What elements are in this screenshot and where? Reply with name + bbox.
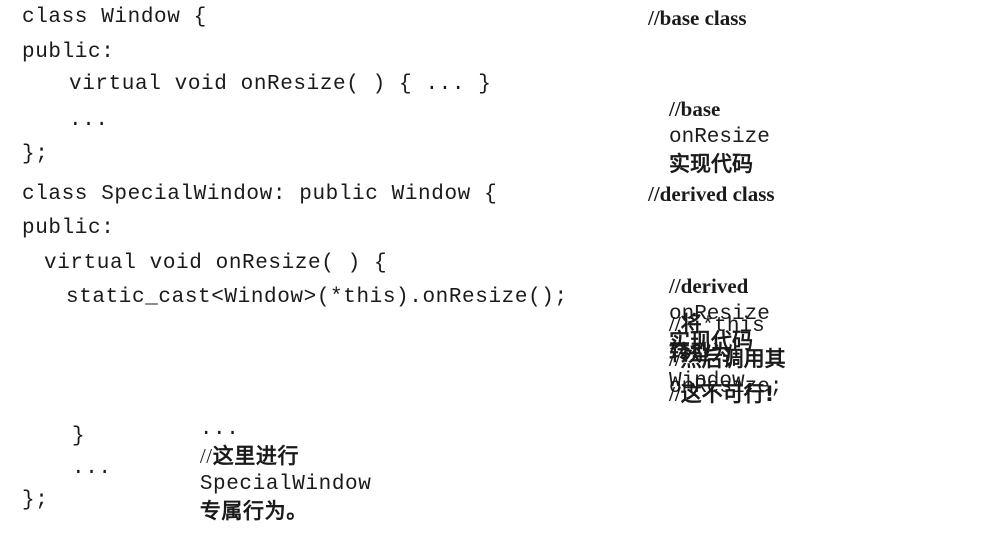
comment-2-prefix: //base <box>669 97 721 121</box>
comment-7-cjk: 这不可行! <box>680 382 775 406</box>
code-line-10: ... //这里进行 SpecialWindow 专属行为。 <box>147 391 371 553</box>
comment-3: //derived class <box>648 182 775 206</box>
code-line-11: } <box>72 425 86 448</box>
code-line-8: virtual void onResize( ) { <box>44 252 388 275</box>
comment-1: //base class <box>648 6 747 30</box>
inline-comment-cjk-1: 这里进行 <box>212 444 300 468</box>
comment-7-prefix: // <box>669 382 681 406</box>
code-line-6: class SpecialWindow: public Window { <box>22 183 498 206</box>
code-line-12: ... <box>72 457 112 480</box>
code-line-5: }; <box>22 143 49 166</box>
comment-7: //这不可行! <box>648 355 774 433</box>
code-line-1: class Window { <box>22 6 207 29</box>
inline-comment-prefix: // <box>199 444 213 468</box>
inline-comment-cjk-2: 专属行为。 <box>199 499 308 523</box>
code-line-7: public: <box>22 217 115 240</box>
code-line-10-ellipsis: ... <box>199 418 240 441</box>
comment-2-cjk: 实现代码 <box>669 152 753 176</box>
code-block: class Window { public: virtual void onRe… <box>22 0 622 523</box>
comment-column: //base class //base onResize 实现代码 //deri… <box>648 0 997 512</box>
code-line-2: public: <box>22 41 115 64</box>
inline-comment-mono: SpecialWindow <box>199 473 372 496</box>
code-line-3: virtual void onResize( ) { ... } <box>69 73 492 96</box>
code-line-13: }; <box>22 489 49 512</box>
comment-2-mono: onResize <box>669 126 770 149</box>
code-line-4: ... <box>69 109 109 132</box>
code-line-9: static_cast<Window>(*this).onResize(); <box>66 286 568 309</box>
